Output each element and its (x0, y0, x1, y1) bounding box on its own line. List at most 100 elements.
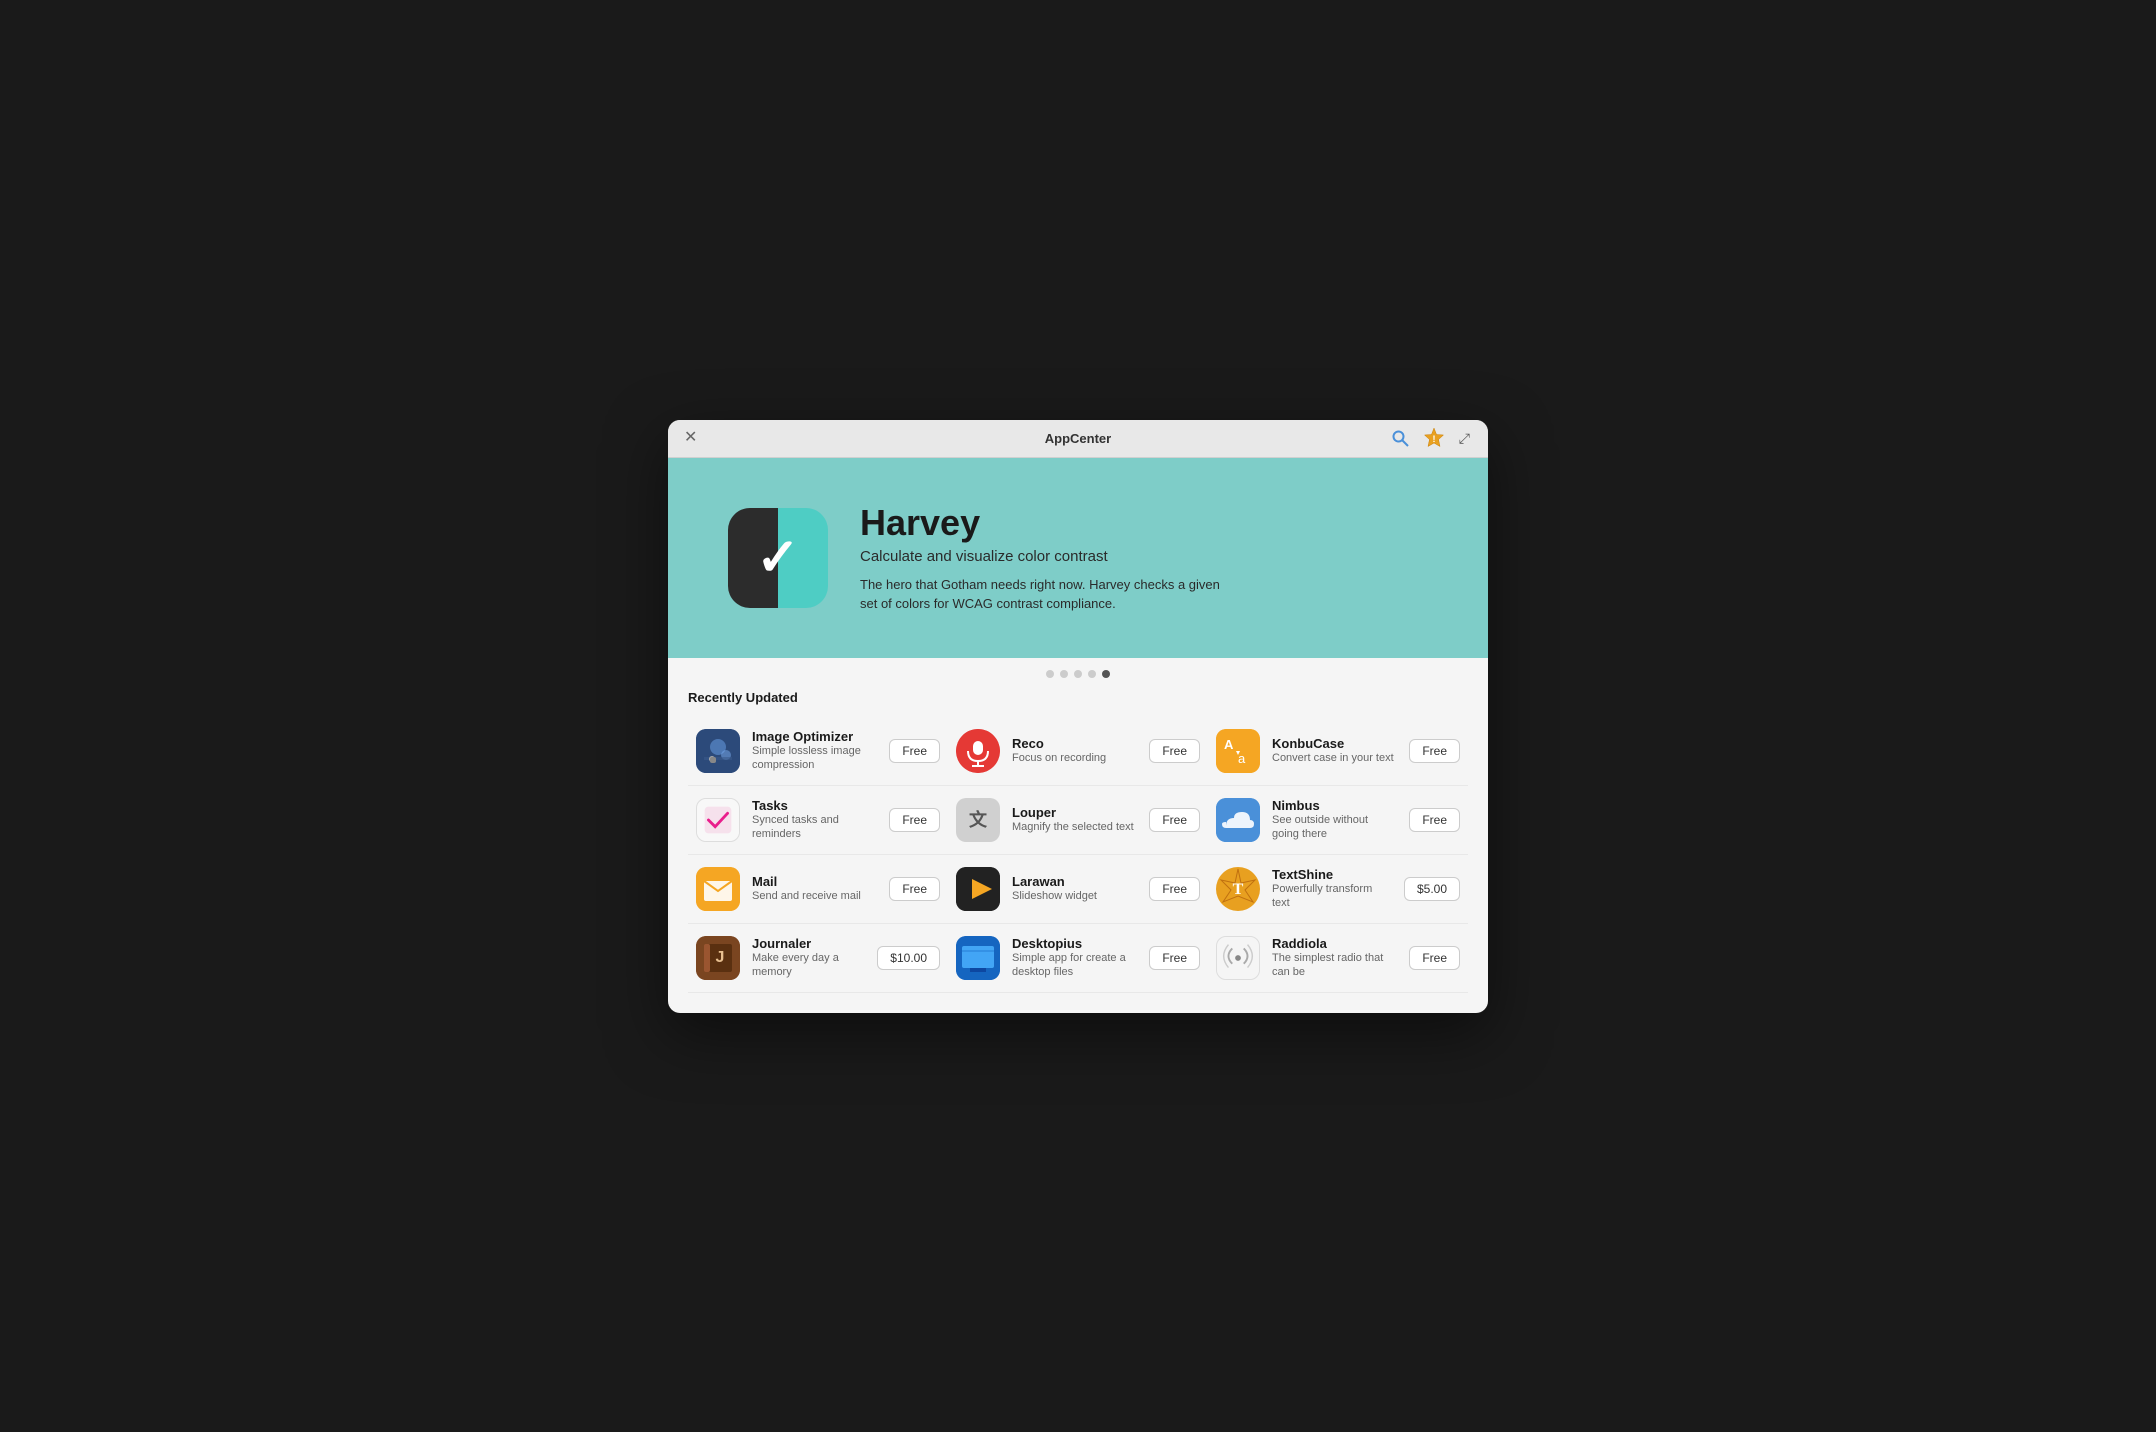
app-info-raddiola: RaddiolaThe simplest radio that can be (1272, 936, 1397, 980)
app-icon-konbucase: Aa (1216, 729, 1260, 773)
hero-app-name: Harvey (860, 502, 1240, 544)
svg-text:!: ! (1432, 434, 1435, 444)
dot-4[interactable] (1088, 670, 1096, 678)
app-info-reco: RecoFocus on recording (1012, 736, 1137, 765)
price-btn-tasks[interactable]: Free (889, 808, 940, 832)
section-title: Recently Updated (688, 690, 1468, 705)
svg-text:文: 文 (969, 809, 988, 830)
app-info-journaler: JournalerMake every day a memory (752, 936, 865, 980)
app-item-larawan: LarawanSlideshow widget Free (948, 855, 1208, 924)
app-info-mail: MailSend and receive mail (752, 874, 877, 903)
hero-app-icon: ✓ (728, 508, 828, 608)
svg-text:J: J (716, 949, 725, 966)
price-btn-image-optimizer[interactable]: Free (889, 739, 940, 763)
app-info-nimbus: NimbusSee outside without going there (1272, 798, 1397, 842)
app-info-desktopius: DesktopiusSimple app for create a deskto… (1012, 936, 1137, 980)
app-icon-nimbus (1216, 798, 1260, 842)
app-icon-reco (956, 729, 1000, 773)
app-icon-larawan (956, 867, 1000, 911)
hero-banner: ✓ Harvey Calculate and visualize color c… (668, 458, 1488, 658)
app-item-image-optimizer: Image OptimizerSimple lossless image com… (688, 717, 948, 786)
notification-button[interactable]: ! (1421, 425, 1447, 451)
app-item-reco: RecoFocus on recording Free (948, 717, 1208, 786)
hero-app-description: The hero that Gotham needs right now. Ha… (860, 575, 1240, 614)
price-btn-journaler[interactable]: $10.00 (877, 946, 940, 970)
app-grid: Image OptimizerSimple lossless image com… (688, 717, 1468, 993)
app-desc-raddiola: The simplest radio that can be (1272, 951, 1397, 980)
window-title: AppCenter (1045, 431, 1111, 446)
price-btn-mail[interactable]: Free (889, 877, 940, 901)
app-name-nimbus: Nimbus (1272, 798, 1397, 813)
app-icon-raddiola (1216, 936, 1260, 980)
app-name-reco: Reco (1012, 736, 1137, 751)
price-btn-reco[interactable]: Free (1149, 739, 1200, 763)
price-btn-textshine[interactable]: $5.00 (1404, 877, 1460, 901)
app-info-larawan: LarawanSlideshow widget (1012, 874, 1137, 903)
app-info-konbucase: KonbuCaseConvert case in your text (1272, 736, 1397, 765)
app-name-konbucase: KonbuCase (1272, 736, 1397, 751)
app-desc-louper: Magnify the selected text (1012, 820, 1137, 834)
app-desc-konbucase: Convert case in your text (1272, 751, 1397, 765)
app-name-louper: Louper (1012, 805, 1137, 820)
app-window: ✕ AppCenter ! ⤢ ✓ (668, 420, 1488, 1013)
dot-1[interactable] (1046, 670, 1054, 678)
app-info-louper: LouperMagnify the selected text (1012, 805, 1137, 834)
app-icon-image-optimizer (696, 729, 740, 773)
dot-5[interactable] (1102, 670, 1110, 678)
price-btn-raddiola[interactable]: Free (1409, 946, 1460, 970)
app-name-image-optimizer: Image Optimizer (752, 729, 877, 744)
app-icon-mail (696, 867, 740, 911)
badge-icon: ! (1423, 427, 1445, 449)
app-item-journaler: J JournalerMake every day a memory $10.00 (688, 924, 948, 993)
dot-3[interactable] (1074, 670, 1082, 678)
hero-checkmark: ✓ (756, 528, 800, 588)
app-desc-tasks: Synced tasks and reminders (752, 813, 877, 842)
titlebar-actions: ! ⤢ (1389, 425, 1472, 451)
svg-text:a: a (1238, 751, 1246, 766)
app-item-mail: MailSend and receive mail Free (688, 855, 948, 924)
hero-text: Harvey Calculate and visualize color con… (860, 502, 1240, 614)
app-info-image-optimizer: Image OptimizerSimple lossless image com… (752, 729, 877, 773)
app-icon-tasks (696, 798, 740, 842)
expand-icon: ⤢ (1459, 431, 1470, 445)
app-name-raddiola: Raddiola (1272, 936, 1397, 951)
app-icon-textshine: T (1216, 867, 1260, 911)
app-name-textshine: TextShine (1272, 867, 1392, 882)
svg-text:A: A (1224, 737, 1234, 752)
app-info-textshine: TextShinePowerfully transform text (1272, 867, 1392, 911)
dot-2[interactable] (1060, 670, 1068, 678)
app-desc-desktopius: Simple app for create a desktop files (1012, 951, 1137, 980)
app-item-louper: 文 LouperMagnify the selected text Free (948, 786, 1208, 855)
app-icon-journaler: J (696, 936, 740, 980)
app-name-mail: Mail (752, 874, 877, 889)
expand-button[interactable]: ⤢ (1457, 429, 1472, 447)
app-item-konbucase: Aa KonbuCaseConvert case in your text Free (1208, 717, 1468, 786)
app-name-larawan: Larawan (1012, 874, 1137, 889)
app-item-textshine: T TextShinePowerfully transform text $5.00 (1208, 855, 1468, 924)
svg-text:T: T (1233, 881, 1244, 898)
app-desc-journaler: Make every day a memory (752, 951, 865, 980)
window-controls: ✕ (684, 430, 697, 446)
app-item-tasks: TasksSynced tasks and reminders Free (688, 786, 948, 855)
app-desc-image-optimizer: Simple lossless image compression (752, 744, 877, 773)
app-list-content: Recently Updated Image OptimizerSimple l… (668, 690, 1488, 1013)
hero-app-subtitle: Calculate and visualize color contrast (860, 548, 1240, 565)
app-item-desktopius: DesktopiusSimple app for create a deskto… (948, 924, 1208, 993)
app-desc-nimbus: See outside without going there (1272, 813, 1397, 842)
close-button[interactable]: ✕ (684, 430, 697, 446)
price-btn-desktopius[interactable]: Free (1149, 946, 1200, 970)
app-name-journaler: Journaler (752, 936, 865, 951)
titlebar: ✕ AppCenter ! ⤢ (668, 420, 1488, 458)
price-btn-louper[interactable]: Free (1149, 808, 1200, 832)
search-button[interactable] (1389, 427, 1411, 449)
price-btn-konbucase[interactable]: Free (1409, 739, 1460, 763)
app-item-nimbus: NimbusSee outside without going there Fre… (1208, 786, 1468, 855)
app-name-desktopius: Desktopius (1012, 936, 1137, 951)
app-name-tasks: Tasks (752, 798, 877, 813)
app-desc-larawan: Slideshow widget (1012, 889, 1137, 903)
app-desc-textshine: Powerfully transform text (1272, 882, 1392, 911)
price-btn-larawan[interactable]: Free (1149, 877, 1200, 901)
app-info-tasks: TasksSynced tasks and reminders (752, 798, 877, 842)
price-btn-nimbus[interactable]: Free (1409, 808, 1460, 832)
app-desc-mail: Send and receive mail (752, 889, 877, 903)
